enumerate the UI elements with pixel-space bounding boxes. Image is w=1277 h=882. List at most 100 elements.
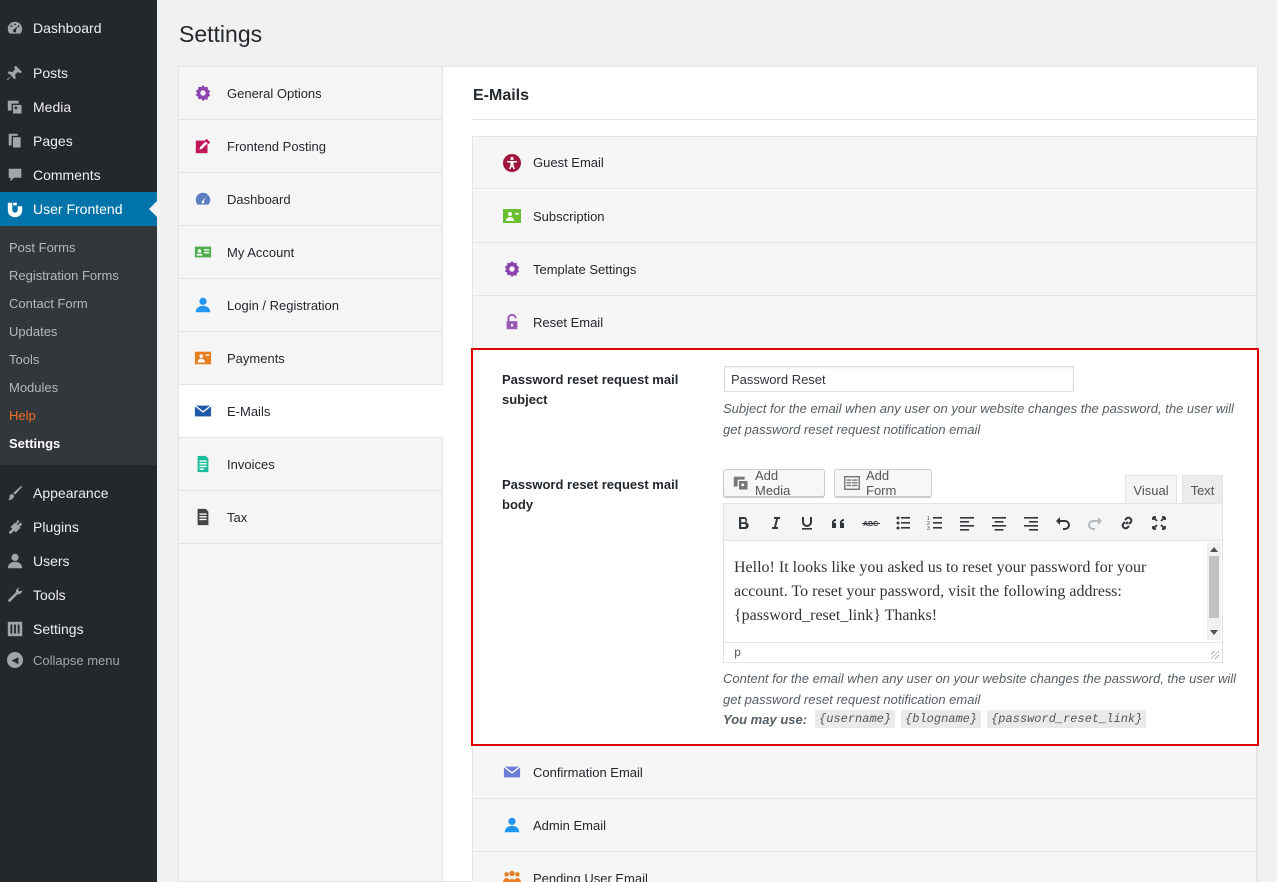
strikethrough-icon[interactable]: ABC	[858, 510, 884, 536]
envelope-icon	[194, 402, 212, 420]
media-icon	[5, 98, 25, 116]
nav-dashboard[interactable]: Dashboard	[179, 173, 442, 226]
nav-label: My Account	[227, 244, 295, 260]
nav-payments[interactable]: Payments	[179, 332, 442, 385]
blockquote-icon[interactable]	[826, 510, 852, 536]
nav-general-options[interactable]: General Options	[179, 67, 442, 120]
menu-settings[interactable]: Settings	[0, 612, 157, 646]
submenu-settings[interactable]: Settings	[9, 436, 60, 451]
subject-description: Subject for the email when any user on y…	[723, 401, 1234, 437]
add-form-button[interactable]: Add Form	[834, 468, 932, 498]
dashboard-icon	[5, 19, 25, 37]
page-title: Settings	[179, 21, 263, 47]
accordion-label: Template Settings	[533, 261, 637, 277]
collapse-arrow-icon: ◀	[7, 652, 23, 668]
accordion-label: Subscription	[533, 208, 605, 224]
accordion-admin-email[interactable]: Admin Email	[472, 799, 1257, 852]
nav-label: Frontend Posting	[227, 138, 327, 154]
fullscreen-icon[interactable]	[1146, 510, 1172, 536]
collapse-menu-button[interactable]: ◀ Collapse menu	[0, 652, 120, 668]
menu-users[interactable]: Users	[0, 544, 157, 578]
submenu-registration-forms[interactable]: Registration Forms	[9, 268, 119, 283]
menu-tools[interactable]: Tools	[0, 578, 157, 612]
redo-icon[interactable]	[1082, 510, 1108, 536]
menu-label: Settings	[33, 621, 84, 637]
submenu-updates[interactable]: Updates	[9, 324, 57, 339]
add-media-button[interactable]: Add Media	[723, 468, 825, 498]
accordion-label: Reset Email	[533, 314, 604, 330]
nav-label: Dashboard	[227, 191, 291, 207]
numbered-list-icon[interactable]: 123	[922, 510, 948, 536]
tab-visual[interactable]: Visual	[1125, 475, 1177, 504]
italic-icon[interactable]	[762, 510, 788, 536]
scroll-down-icon[interactable]	[1210, 630, 1218, 635]
nav-invoices[interactable]: Invoices	[179, 438, 442, 491]
accordion-guest-email[interactable]: Guest Email	[472, 136, 1257, 189]
submenu-modules[interactable]: Modules	[9, 380, 58, 395]
nav-my-account[interactable]: My Account	[179, 226, 442, 279]
menu-appearance[interactable]: Appearance	[0, 476, 157, 510]
align-right-icon[interactable]	[1018, 510, 1044, 536]
submenu-post-forms[interactable]: Post Forms	[9, 240, 75, 255]
menu-user-frontend[interactable]: User Frontend	[0, 192, 157, 226]
accordion-subscription[interactable]: Subscription	[472, 190, 1257, 243]
underline-icon[interactable]	[794, 510, 820, 536]
group-icon	[502, 868, 522, 882]
accordion-label: Admin Email	[533, 817, 606, 833]
tag-password-reset-link: {password_reset_link}	[987, 710, 1147, 728]
accordion-label: Guest Email	[533, 155, 604, 170]
align-left-icon[interactable]	[954, 510, 980, 536]
menu-label: Users	[33, 553, 70, 569]
accordion-pending-user-email[interactable]: Pending User Email	[472, 852, 1257, 882]
accordion-template-settings[interactable]: Template Settings	[472, 243, 1257, 296]
menu-comments[interactable]: Comments	[0, 158, 157, 192]
submenu-contact-form[interactable]: Contact Form	[9, 296, 88, 311]
resize-handle-icon[interactable]	[1211, 651, 1219, 659]
menu-posts[interactable]: Posts	[0, 56, 157, 90]
scroll-thumb[interactable]	[1209, 556, 1219, 618]
bullet-list-icon[interactable]	[890, 510, 916, 536]
admin-sidebar: Dashboard Posts Media Pages Comments Use…	[0, 0, 157, 882]
submenu-tools[interactable]: Tools	[9, 352, 39, 367]
wrench-icon	[5, 586, 25, 604]
nav-login-registration[interactable]: Login / Registration	[179, 279, 442, 332]
menu-media[interactable]: Media	[0, 90, 157, 124]
settings-nav: General Options Frontend Posting Dashboa…	[178, 66, 443, 882]
editor-content[interactable]: Hello! It looks like you asked us to res…	[734, 556, 1204, 628]
subject-label: Password reset request mail subject	[502, 372, 679, 407]
subject-input[interactable]	[724, 366, 1074, 392]
dashboard-icon	[194, 190, 212, 208]
menu-pages[interactable]: Pages	[0, 124, 157, 158]
user-frontend-icon	[5, 200, 25, 218]
id-card-icon	[194, 243, 212, 261]
link-icon[interactable]	[1114, 510, 1140, 536]
menu-plugins[interactable]: Plugins	[0, 510, 157, 544]
nav-tax[interactable]: Tax	[179, 491, 442, 544]
align-center-icon[interactable]	[986, 510, 1012, 536]
form-icon	[843, 474, 861, 492]
undo-icon[interactable]	[1050, 510, 1076, 536]
media-icon	[732, 474, 750, 492]
edit-icon	[194, 137, 212, 155]
settings-sliders-icon	[5, 620, 25, 638]
nav-e-mails[interactable]: E-Mails	[179, 385, 443, 438]
svg-text:ABC: ABC	[863, 521, 878, 528]
nav-label: Payments	[227, 350, 285, 366]
editor-path-status: p	[724, 642, 1222, 662]
menu-label: Pages	[33, 133, 73, 149]
nav-frontend-posting[interactable]: Frontend Posting	[179, 120, 442, 173]
editor-scrollbar[interactable]	[1207, 542, 1221, 640]
subscription-icon	[502, 206, 522, 226]
body-description: Content for the email when any user on y…	[723, 671, 1237, 707]
menu-label: Plugins	[33, 519, 79, 535]
submenu-help[interactable]: Help	[9, 408, 36, 423]
bold-icon[interactable]	[730, 510, 756, 536]
tag-blogname: {blogname}	[901, 710, 982, 728]
envelope-icon	[502, 762, 522, 782]
scroll-up-icon[interactable]	[1210, 547, 1218, 552]
accordion-confirmation-email[interactable]: Confirmation Email	[472, 746, 1257, 799]
menu-dashboard[interactable]: Dashboard	[0, 11, 157, 45]
lock-icon	[502, 312, 522, 332]
accordion-reset-email[interactable]: Reset Email	[472, 296, 1257, 349]
tab-text[interactable]: Text	[1182, 475, 1223, 504]
